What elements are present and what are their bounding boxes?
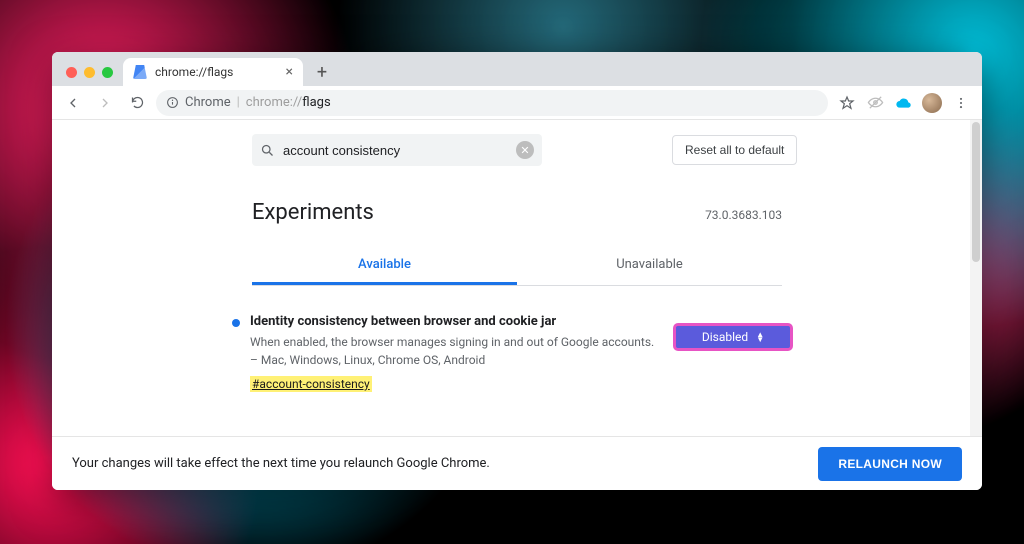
toolbar-actions (834, 93, 974, 113)
extension-eye-icon[interactable] (866, 94, 884, 112)
minimize-window-button[interactable] (84, 67, 95, 78)
window-controls (60, 67, 123, 86)
omnibox-separator: | (237, 95, 240, 110)
bookmark-star-icon[interactable] (838, 94, 856, 112)
flag-title: Identity consistency between browser and… (250, 314, 664, 329)
tab-strip: chrome://flags × + (52, 52, 982, 86)
search-icon (260, 143, 275, 158)
tab-available[interactable]: Available (252, 247, 517, 285)
browser-tab[interactable]: chrome://flags × (123, 58, 303, 86)
reset-all-button[interactable]: Reset all to default (672, 135, 797, 165)
new-tab-button[interactable]: + (309, 59, 335, 85)
tab-unavailable[interactable]: Unavailable (517, 247, 782, 285)
relaunch-bar: Your changes will take effect the next t… (52, 436, 982, 490)
select-arrows-icon: ▲▼ (756, 332, 764, 342)
arrow-right-icon (97, 95, 113, 111)
flags-tabs: Available Unavailable (252, 247, 782, 286)
chrome-version: 73.0.3683.103 (705, 208, 782, 222)
omnibox-url-scheme: chrome:// (246, 95, 302, 110)
scrollbar-track[interactable] (970, 120, 982, 436)
relaunch-button[interactable]: RELAUNCH NOW (818, 447, 962, 481)
omnibox-url-path: flags (302, 95, 330, 110)
relaunch-message: Your changes will take effect the next t… (72, 456, 490, 471)
page-content: ✕ Reset all to default Experiments 73.0.… (52, 120, 982, 436)
omnibox-chrome-label: Chrome (185, 95, 231, 110)
extension-cloud-icon[interactable] (894, 94, 912, 112)
modified-indicator-icon (232, 319, 240, 327)
flag-description: When enabled, the browser manages signin… (250, 333, 664, 369)
reload-icon (130, 95, 145, 110)
close-tab-icon[interactable]: × (286, 64, 293, 80)
clear-search-icon[interactable]: ✕ (516, 141, 534, 159)
chrome-menu-button[interactable] (952, 94, 970, 112)
scrollbar-thumb[interactable] (972, 122, 980, 262)
flag-select-value: Disabled (702, 330, 748, 344)
close-window-button[interactable] (66, 67, 77, 78)
flag-state-select[interactable]: Disabled ▲▼ (674, 324, 792, 350)
flags-search-input[interactable] (283, 143, 508, 158)
forward-button[interactable] (92, 90, 118, 116)
page-title: Experiments (252, 200, 374, 225)
arrow-left-icon (65, 95, 81, 111)
back-button[interactable] (60, 90, 86, 116)
flask-icon (133, 65, 147, 79)
maximize-window-button[interactable] (102, 67, 113, 78)
flag-anchor-link[interactable]: #account-consistency (250, 376, 372, 392)
flags-search-box: ✕ (252, 134, 542, 166)
browser-window: chrome://flags × + Chrome | chrome://fla… (52, 52, 982, 490)
profile-avatar[interactable] (922, 93, 942, 113)
address-bar[interactable]: Chrome | chrome://flags (156, 90, 828, 116)
info-icon (166, 96, 179, 109)
flag-item: Identity consistency between browser and… (232, 314, 792, 392)
tab-title: chrome://flags (155, 65, 278, 79)
browser-toolbar: Chrome | chrome://flags (52, 86, 982, 120)
reload-button[interactable] (124, 90, 150, 116)
